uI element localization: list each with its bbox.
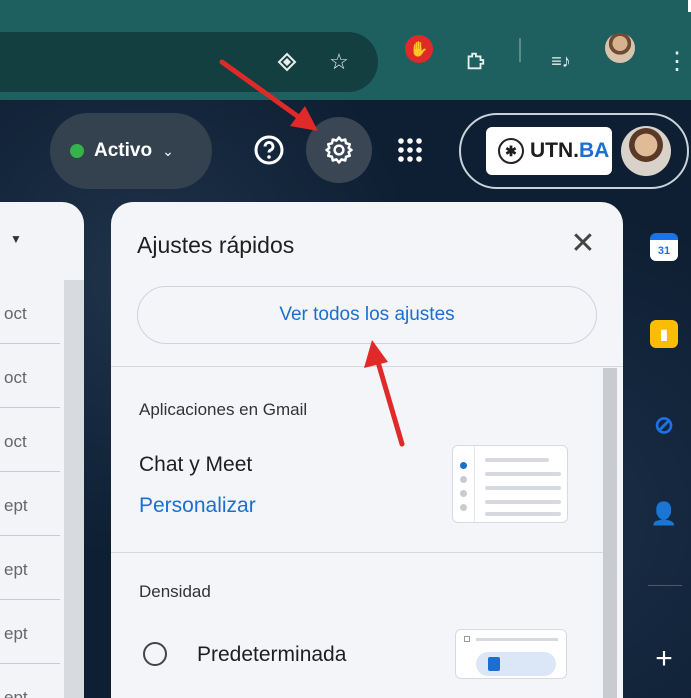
mail-date[interactable]: oct — [0, 408, 60, 472]
status-dot-icon — [70, 144, 84, 158]
thumbnail-line — [485, 472, 561, 476]
density-section-label: Densidad — [139, 582, 211, 601]
mail-list-panel: ▼ oct oct oct ept ept ept ept — [0, 202, 84, 698]
thumbnail-dot — [460, 462, 467, 469]
density-default-radio[interactable] — [143, 642, 167, 666]
thumbnail-line — [485, 458, 549, 462]
mail-date[interactable]: ept — [0, 664, 60, 698]
caret-down-icon[interactable]: ▼ — [10, 232, 22, 246]
top-strip — [0, 0, 691, 12]
chat-layout-thumbnail — [452, 445, 568, 523]
side-apps-rail: 31 ▮ ⊘ 👤 + — [640, 220, 691, 698]
close-icon[interactable]: ✕ — [566, 227, 600, 261]
thumbnail-checkbox — [464, 636, 470, 642]
customize-link[interactable]: Personalizar — [139, 494, 256, 518]
settings-gear-icon[interactable] — [306, 117, 372, 183]
chat-meet-label: Chat y Meet — [139, 453, 253, 476]
add-icon[interactable]: + — [650, 642, 678, 675]
account-avatar[interactable] — [621, 126, 671, 176]
quick-settings-title: Ajustes rápidos — [137, 232, 295, 258]
rail-divider — [648, 585, 682, 586]
chevron-down-icon: ⌄ — [162, 142, 174, 159]
density-default-label: Predeterminada — [197, 643, 347, 666]
profile-avatar[interactable] — [605, 33, 635, 63]
thumbnail-line — [485, 512, 561, 516]
apps-grid-icon[interactable] — [392, 132, 428, 168]
calendar-icon[interactable]: 31 — [650, 233, 678, 261]
org-name-suffix: BA — [579, 139, 610, 162]
reading-list-icon[interactable]: ≡♪ — [544, 44, 578, 78]
contacts-icon[interactable]: 👤 — [650, 500, 678, 528]
status-label: Activo — [94, 140, 153, 161]
doc-icon — [488, 657, 500, 671]
thumbnail-line — [485, 500, 561, 504]
thumbnail-line — [485, 486, 561, 490]
toolbar-separator — [519, 38, 521, 62]
thumbnail-dot — [460, 476, 467, 483]
see-all-settings-button[interactable]: Ver todos los ajustes — [137, 286, 597, 344]
mail-date[interactable]: ept — [0, 536, 60, 600]
more-vert-icon[interactable]: ⋮ — [660, 44, 691, 78]
extension-block-icon[interactable]: ✋ — [405, 35, 433, 63]
organization-logo: ✱ UTN. BA — [486, 127, 612, 175]
mail-list-scrollbar[interactable] — [64, 280, 84, 698]
extensions-puzzle-icon[interactable] — [458, 44, 492, 78]
seal-icon: ✱ — [498, 138, 524, 164]
apps-section-label: Aplicaciones en Gmail — [139, 400, 308, 419]
mail-date[interactable]: oct — [0, 344, 60, 408]
bookmark-star-icon[interactable]: ☆ — [322, 45, 356, 79]
divider — [111, 552, 603, 553]
tab-strip — [0, 0, 688, 12]
keep-icon[interactable]: ▮ — [650, 320, 678, 348]
thumbnail-line — [476, 638, 558, 641]
help-icon[interactable] — [250, 131, 288, 169]
quick-settings-scrollbar[interactable] — [603, 368, 617, 698]
thumbnail-dot — [460, 490, 467, 497]
org-name-prefix: UTN. — [530, 139, 579, 162]
tasks-icon[interactable]: ⊘ — [650, 411, 678, 439]
mail-date[interactable]: oct — [0, 280, 60, 344]
divider — [111, 366, 623, 367]
status-selector[interactable]: Activo ⌄ — [50, 113, 212, 189]
density-thumbnail — [455, 629, 567, 679]
thumbnail-dot — [460, 504, 467, 511]
quick-settings-panel: Ajustes rápidos ✕ Ver todos los ajustes … — [111, 202, 623, 698]
mail-date[interactable]: ept — [0, 472, 60, 536]
translate-icon[interactable] — [270, 45, 304, 79]
mail-date[interactable]: ept — [0, 600, 60, 664]
